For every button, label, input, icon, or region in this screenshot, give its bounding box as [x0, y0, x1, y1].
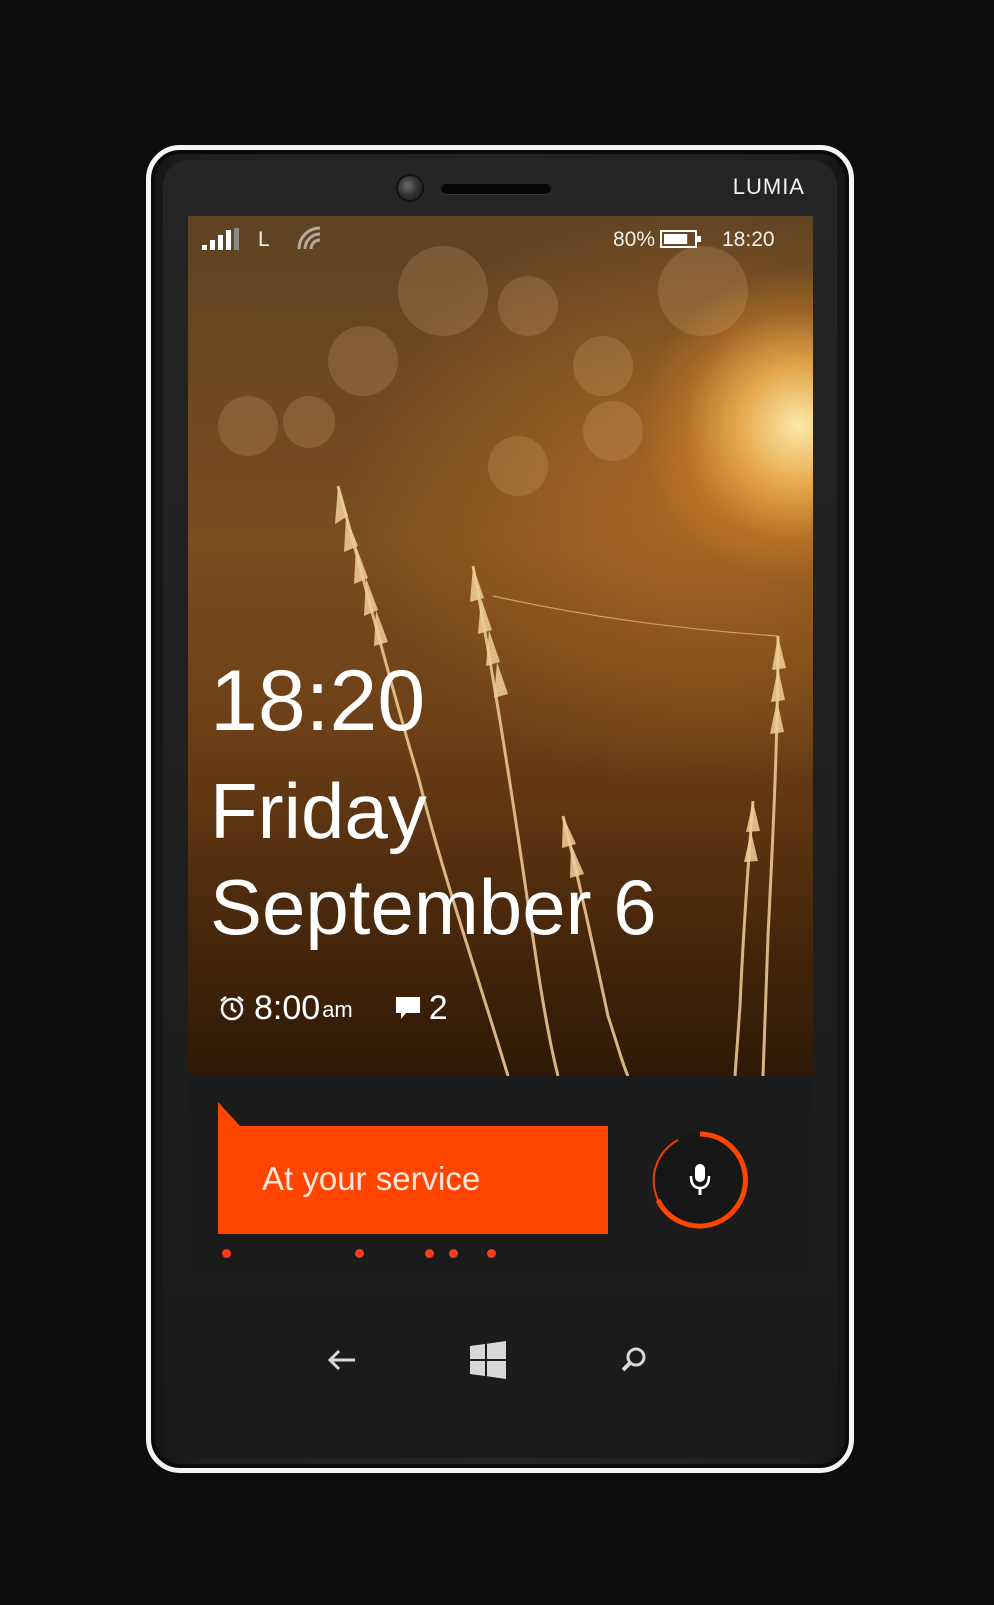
progress-dot [487, 1249, 496, 1258]
battery-fill [664, 234, 688, 244]
alarm-clock-icon [220, 996, 244, 1021]
lock-day: Friday [210, 767, 427, 855]
cortana-panel: At your service [188, 1076, 813, 1277]
battery-percent: 80% [613, 228, 656, 251]
brand-logo: LUMIA [732, 174, 805, 199]
lock-date: September 6 [210, 863, 657, 951]
navigation-bar [188, 1300, 813, 1420]
alarm-time: 8:00 [254, 988, 321, 1027]
progress-dot [222, 1249, 231, 1258]
status-time: 18:20 [722, 228, 775, 251]
battery-icon [660, 230, 701, 248]
lock-screen[interactable]: L 80% 18:20 18:20 Friday September 6 8:0… [188, 216, 813, 1076]
wifi-icon [297, 226, 321, 250]
message-count: 2 [428, 988, 448, 1027]
notification-row: 8:00 am 2 [218, 986, 448, 1030]
signal-bars-icon [202, 228, 239, 250]
progress-dot [355, 1249, 364, 1258]
speech-bubble-tail [218, 1102, 240, 1126]
start-button[interactable] [458, 1330, 518, 1390]
earpiece-speaker [441, 184, 551, 194]
cortana-speech-bubble[interactable]: At your service [218, 1126, 608, 1234]
back-button[interactable] [311, 1330, 371, 1390]
cortana-prompt: At your service [262, 1160, 481, 1197]
search-icon [621, 1347, 646, 1372]
alarm-suffix: am [322, 997, 353, 1022]
message-icon [395, 997, 420, 1019]
status-bar: L 80% 18:20 [188, 216, 813, 266]
front-camera [398, 176, 422, 200]
search-button[interactable] [604, 1330, 664, 1390]
progress-dot [425, 1249, 434, 1258]
back-arrow-icon [327, 1349, 355, 1371]
cortana-mic-button[interactable] [648, 1128, 752, 1232]
network-type: L [258, 228, 270, 251]
progress-dot [449, 1249, 458, 1258]
windows-logo-icon [470, 1341, 506, 1379]
cortana-ring [652, 1131, 748, 1229]
progress-dots [188, 1246, 813, 1262]
lock-time: 18:20 [210, 653, 426, 749]
